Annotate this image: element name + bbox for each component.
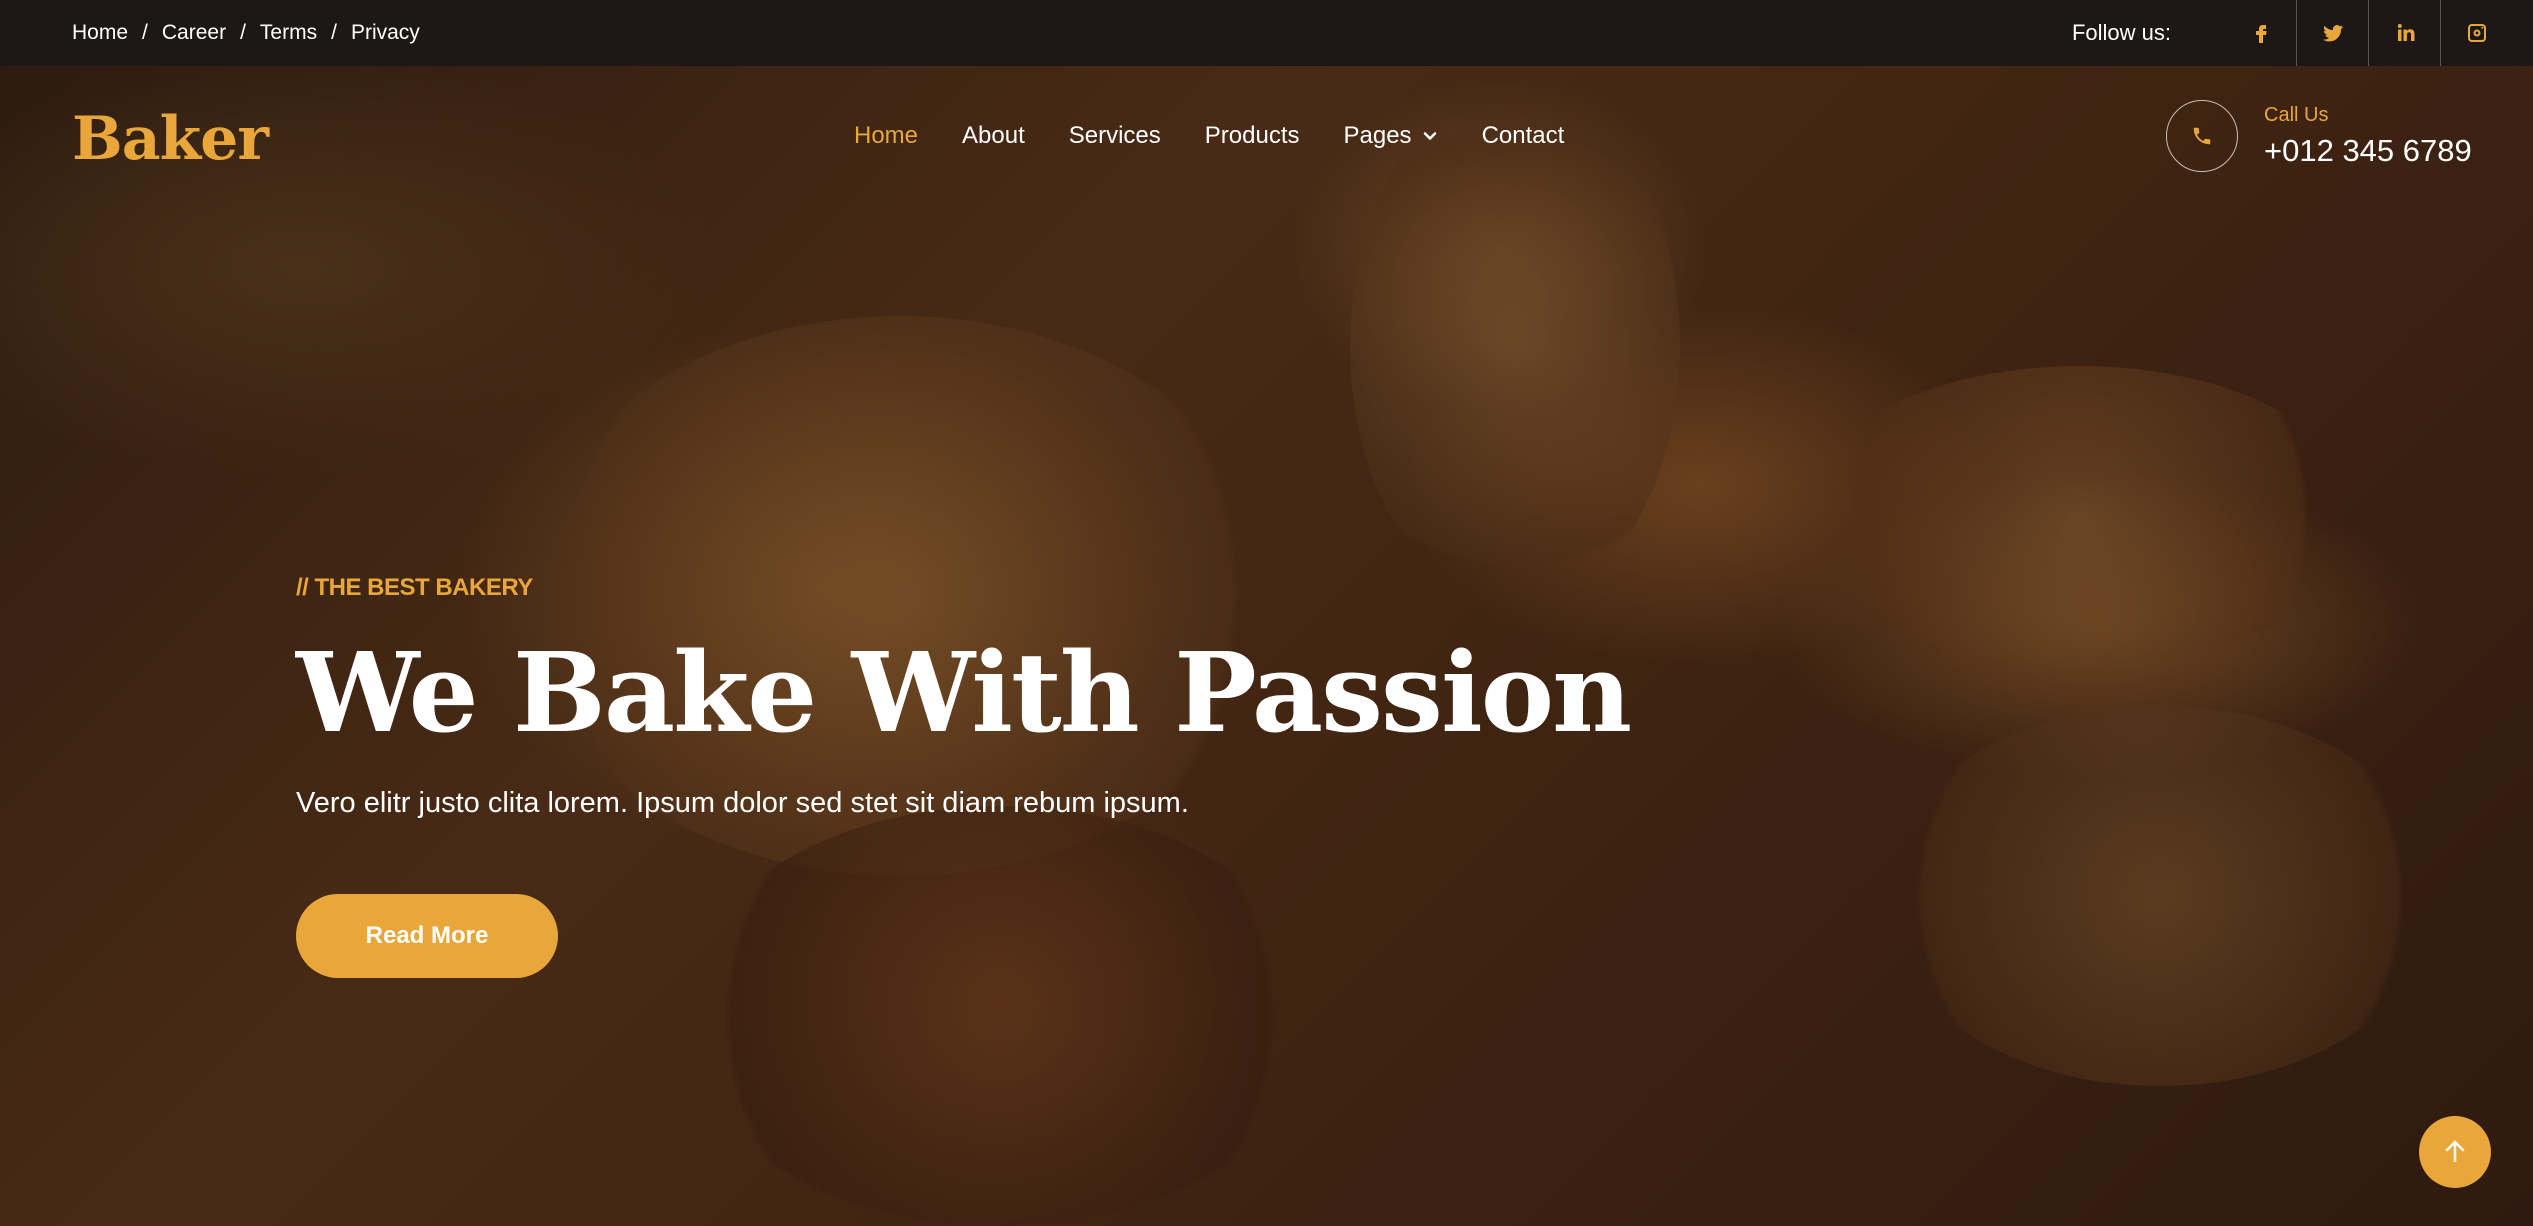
nav-item-pages[interactable]: Pages (1344, 122, 1438, 150)
instagram-icon[interactable] (2441, 0, 2513, 66)
breadcrumb-career-link[interactable]: Career (162, 21, 226, 45)
back-to-top-button[interactable] (2419, 1116, 2491, 1188)
hero-section: Baker Home About Services Products Pages… (0, 66, 2533, 1226)
chevron-down-icon (1423, 132, 1436, 140)
hero-headline: We Bake With Passion (296, 628, 1632, 757)
breadcrumb-terms-link[interactable]: Terms (260, 21, 317, 45)
phone-number: +012 345 6789 (2264, 132, 2472, 168)
read-more-button[interactable]: Read More (296, 894, 558, 978)
nav-item-home[interactable]: Home (854, 122, 918, 150)
breadcrumb-separator: / (240, 21, 246, 44)
arrow-up-icon (2445, 1140, 2465, 1162)
twitter-icon[interactable] (2297, 0, 2369, 66)
breadcrumb-home-link[interactable]: Home (72, 21, 128, 45)
nav-item-pages-label: Pages (1343, 122, 1412, 149)
call-us[interactable]: Call Us +012 345 6789 (2166, 100, 2472, 172)
call-us-label: Call Us (2264, 103, 2329, 126)
hero-content: // THE BEST BAKERY We Bake With Passion … (296, 574, 1632, 978)
call-us-text: Call Us +012 345 6789 (2264, 104, 2472, 169)
main-nav: Home About Services Products Pages Conta… (854, 122, 1564, 150)
nav-item-about[interactable]: About (962, 122, 1025, 150)
nav-item-products[interactable]: Products (1205, 122, 1300, 150)
breadcrumb-separator: / (142, 21, 148, 44)
linkedin-icon[interactable] (2369, 0, 2441, 66)
hero-subtext: Vero elitr justo clita lorem. Ipsum dolo… (296, 787, 1189, 819)
topbar: Home / Career / Terms / Privacy Follow u… (0, 0, 2533, 66)
social-links (2225, 0, 2513, 66)
hero-tagline: // THE BEST BAKERY (296, 574, 533, 601)
nav-item-services[interactable]: Services (1069, 122, 1161, 150)
breadcrumb-separator: / (331, 21, 337, 44)
phone-icon (2166, 100, 2238, 172)
breadcrumb: Home / Career / Terms / Privacy (72, 0, 420, 66)
follow-us-label: Follow us: (2071, 20, 2171, 45)
breadcrumb-privacy-link[interactable]: Privacy (351, 21, 420, 45)
facebook-icon[interactable] (2225, 0, 2297, 66)
nav-item-contact[interactable]: Contact (1482, 122, 1565, 150)
brand-logo[interactable]: Baker (72, 104, 269, 174)
